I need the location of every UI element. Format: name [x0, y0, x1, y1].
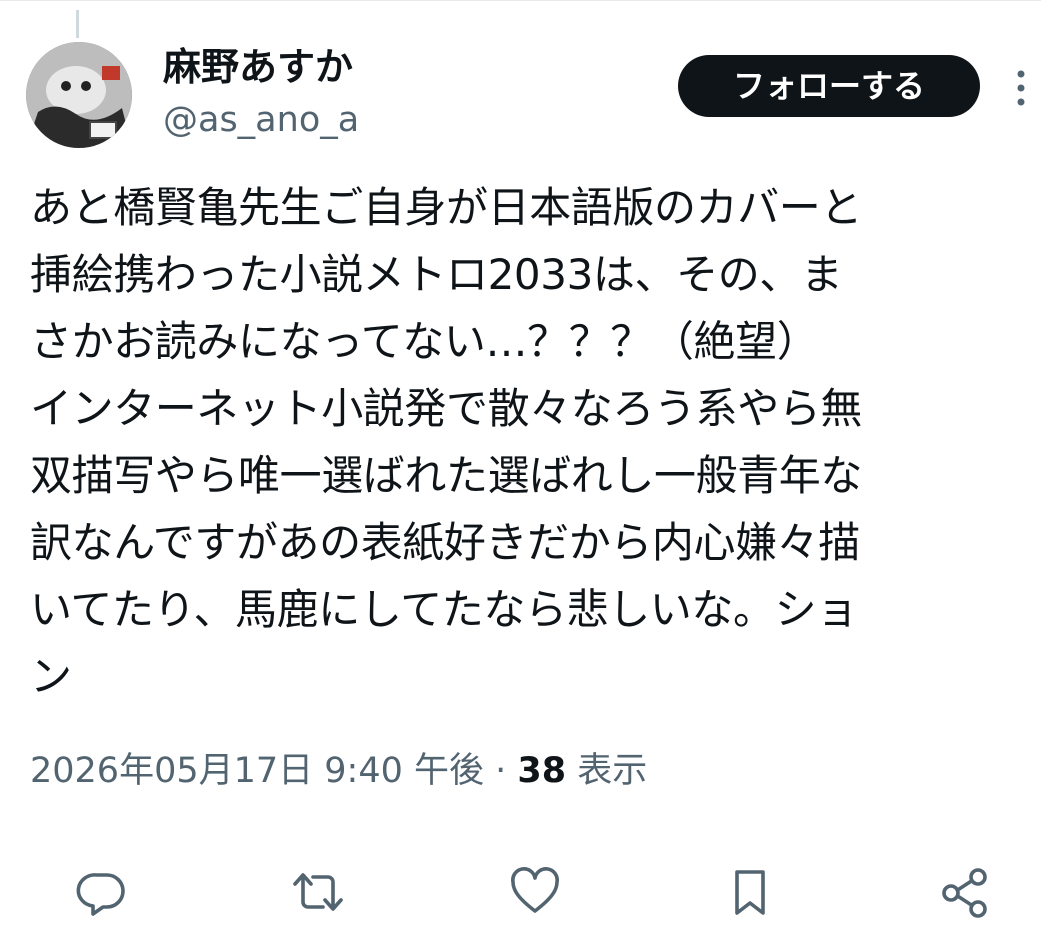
- action-bar: [0, 858, 1041, 926]
- thread-connector-line: [76, 10, 79, 38]
- views-label: 表示: [566, 751, 648, 791]
- timestamp[interactable]: 2026年05月17日 9:40 午後: [30, 751, 484, 791]
- reply-button[interactable]: [75, 866, 129, 918]
- author-handle[interactable]: @as_ano_a: [163, 98, 359, 142]
- tweet-text-line: 挿絵携わった小説メトロ2033は、その、ま: [30, 250, 843, 299]
- share-button[interactable]: [938, 866, 992, 918]
- tweet-text-line: あと橋賢亀先生ご自身が日本語版のカバーと: [30, 183, 863, 232]
- bookmark-icon: [735, 870, 765, 915]
- tweet-text-line: 訳なんですがあの表紙好きだから内心嫌々描: [30, 518, 860, 567]
- retweet-icon: [293, 873, 343, 911]
- tweet-text-line: いてたり、馬鹿にしてたなら悲しいな。ショ: [30, 585, 858, 634]
- author-display-name[interactable]: 麻野あすか: [163, 44, 353, 90]
- views-count: 38: [517, 751, 567, 791]
- reply-icon: [76, 873, 125, 916]
- share-icon: [942, 868, 987, 918]
- bookmark-button[interactable]: [723, 866, 777, 918]
- follow-button[interactable]: フォローする: [678, 55, 980, 117]
- tweet-text: あと橋賢亀先生ご自身が日本語版のカバーと 挿絵携わった小説メトロ2033は、その…: [30, 174, 1030, 710]
- tweet-text-line: インターネット小説発で散々なろう系やら無: [30, 384, 863, 433]
- tweet-text-line: さかお読みになってない…？？？（絶望）: [30, 317, 819, 366]
- avatar[interactable]: [26, 42, 132, 148]
- like-button[interactable]: [508, 866, 562, 918]
- tweet-text-line: ン: [30, 652, 72, 701]
- avatar-image: [26, 42, 132, 148]
- more-options-icon[interactable]: [1012, 68, 1030, 108]
- tweet-text-line: 双描写やら唯一選ばれた選ばれし一般青年な: [30, 451, 863, 500]
- top-divider: [0, 0, 1041, 1]
- retweet-button[interactable]: [291, 866, 345, 918]
- tweet-meta: 2026年05月17日 9:40 午後 · 38 表示: [30, 744, 647, 798]
- meta-separator: ·: [484, 751, 518, 791]
- like-icon: [511, 867, 559, 913]
